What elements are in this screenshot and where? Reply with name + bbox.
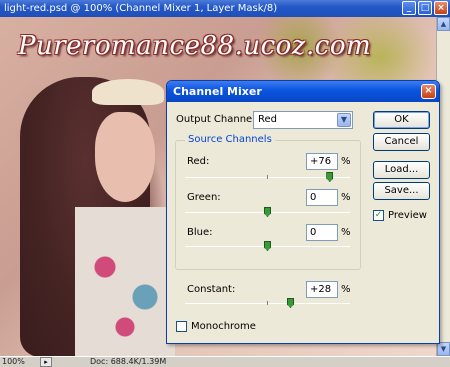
- blue-value-input[interactable]: 0: [306, 224, 338, 241]
- constant-value-input[interactable]: +28: [306, 281, 338, 298]
- source-channels-label: Source Channels: [185, 134, 275, 145]
- monochrome-checkbox[interactable]: [176, 321, 187, 332]
- photo-dress: [75, 207, 175, 356]
- red-value-input[interactable]: +76: [306, 153, 338, 170]
- dialog-close-button[interactable]: ×: [421, 84, 436, 99]
- red-label: Red:: [187, 156, 210, 167]
- dialog-title[interactable]: Channel Mixer: [167, 81, 439, 102]
- preview-label: Preview: [388, 210, 427, 221]
- output-channel-select[interactable]: Red ▼: [253, 111, 353, 129]
- green-label: Green:: [187, 192, 221, 203]
- status-doc-size: Doc: 688.4K/1.39M: [90, 357, 167, 366]
- green-slider-track[interactable]: [185, 207, 350, 217]
- watermark-text: Pureromance88.ucoz.com: [18, 31, 372, 61]
- slider-center-tick: [267, 175, 268, 179]
- save-button[interactable]: Save...: [373, 182, 430, 200]
- blue-percent: %: [341, 227, 351, 238]
- cancel-button[interactable]: Cancel: [373, 133, 430, 151]
- load-button[interactable]: Load...: [373, 161, 430, 179]
- green-percent: %: [341, 192, 351, 203]
- channel-mixer-dialog: Channel Mixer × Output Channel: Red ▼ So…: [166, 80, 440, 344]
- scroll-up-icon[interactable]: ▲: [437, 17, 450, 31]
- monochrome-label: Monochrome: [191, 321, 256, 332]
- blue-label: Blue:: [187, 227, 213, 238]
- blue-slider-track[interactable]: [185, 241, 350, 251]
- close-window-button[interactable]: ×: [434, 1, 448, 15]
- photo-face: [95, 112, 155, 202]
- preview-checkbox[interactable]: ✓: [373, 210, 384, 221]
- constant-slider-thumb[interactable]: [286, 298, 294, 308]
- output-channel-value: Red: [258, 114, 277, 125]
- constant-percent: %: [341, 284, 351, 295]
- photo-headband: [92, 79, 164, 105]
- window-controls: _ □ ×: [402, 1, 448, 15]
- constant-slider-track[interactable]: [185, 298, 350, 308]
- status-zoom[interactable]: 100%: [2, 357, 25, 367]
- constant-label: Constant:: [187, 284, 236, 295]
- ok-button[interactable]: OK: [373, 111, 430, 129]
- document-titlebar[interactable]: light-red.psd @ 100% (Channel Mixer 1, L…: [0, 0, 450, 17]
- green-value-input[interactable]: 0: [306, 189, 338, 206]
- scroll-down-icon[interactable]: ▼: [437, 342, 450, 356]
- output-channel-label: Output Channel:: [176, 114, 259, 125]
- slider-center-tick: [267, 301, 268, 305]
- red-slider-track[interactable]: [185, 172, 350, 182]
- restore-button[interactable]: □: [418, 1, 432, 15]
- status-bar: 100% ▸ Doc: 688.4K/1.39M: [0, 356, 450, 367]
- status-menu-icon[interactable]: ▸: [40, 357, 52, 367]
- document-title: light-red.psd @ 100% (Channel Mixer 1, L…: [4, 3, 278, 14]
- red-percent: %: [341, 156, 351, 167]
- chevron-down-icon[interactable]: ▼: [337, 113, 351, 127]
- minimize-button[interactable]: _: [402, 1, 416, 15]
